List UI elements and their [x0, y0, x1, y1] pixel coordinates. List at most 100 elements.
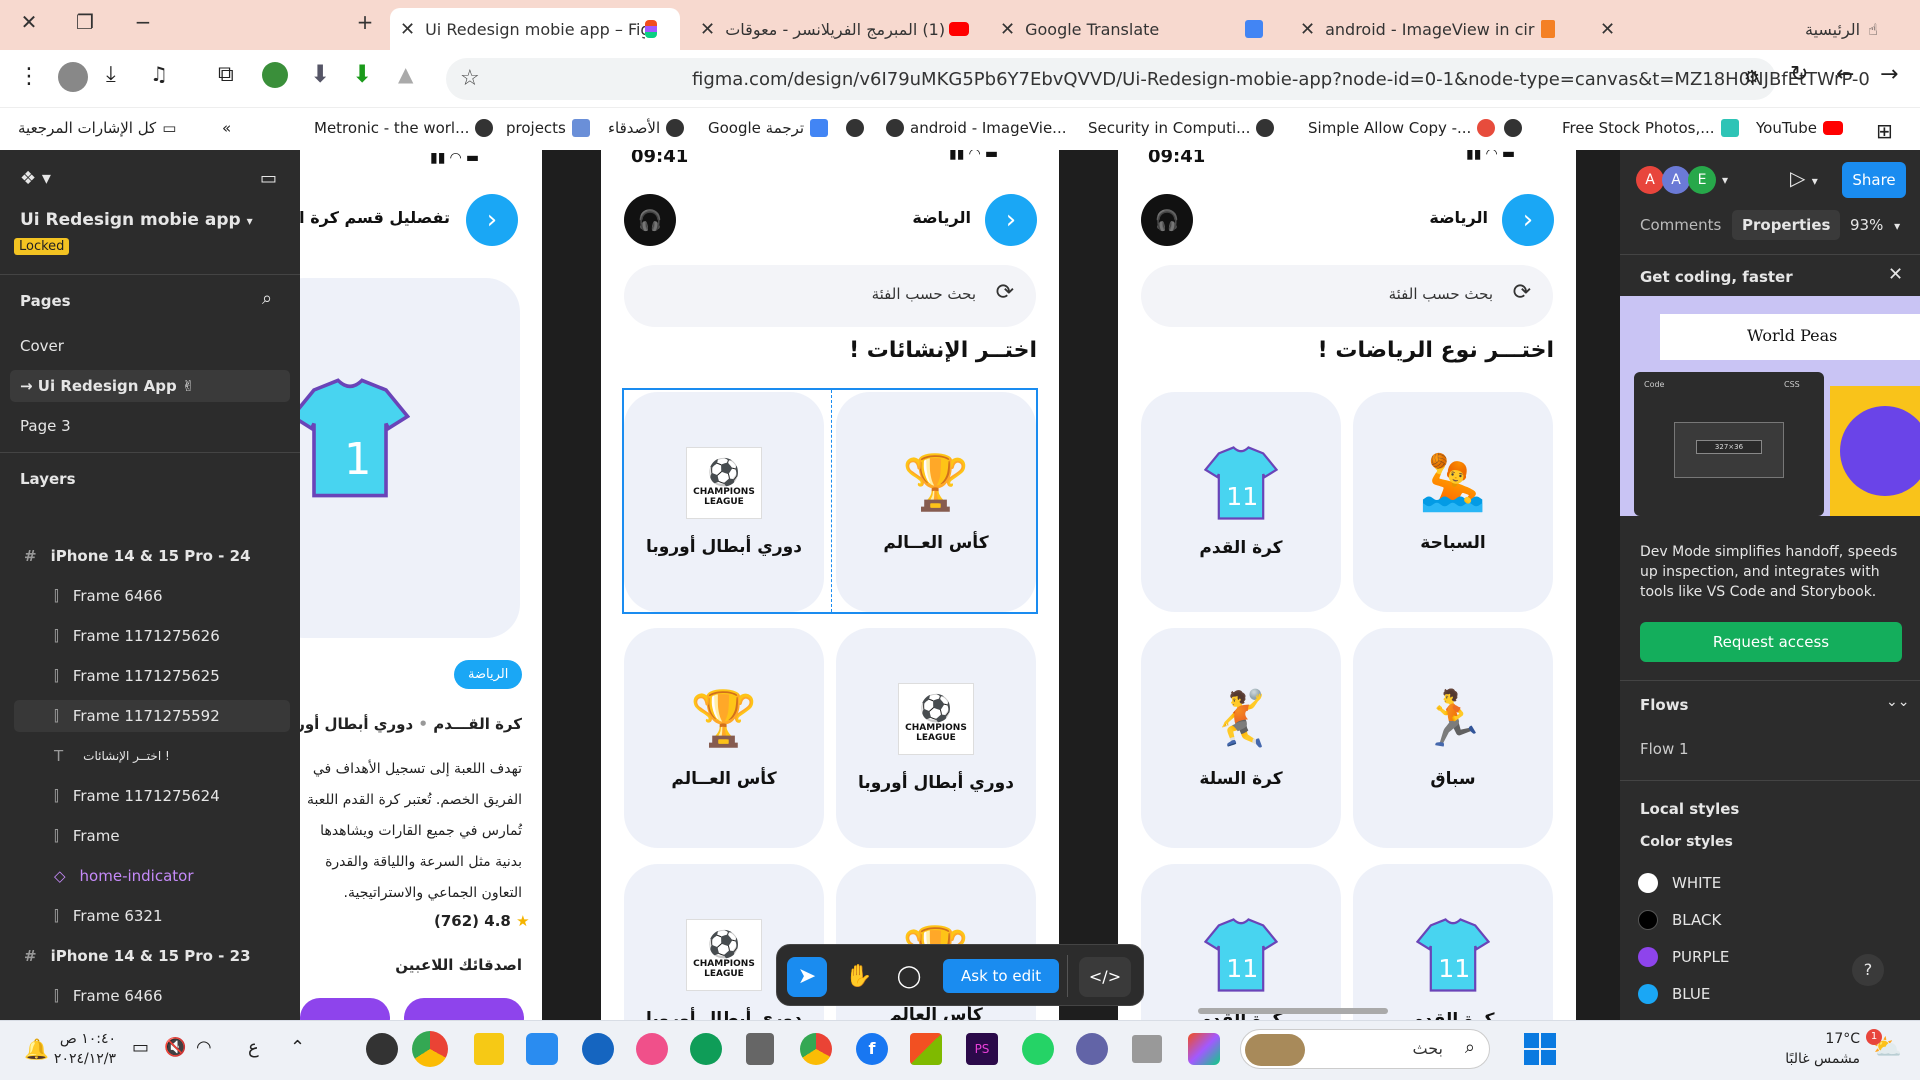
- bookmark-youtube[interactable]: YouTube: [1756, 119, 1843, 137]
- layer-row[interactable]: ⫿ Frame 1171275626: [0, 620, 300, 652]
- chevron-right-icon[interactable]: ›: [466, 194, 518, 246]
- tab-properties[interactable]: Properties: [1732, 210, 1841, 240]
- app-icon[interactable]: [1132, 1035, 1162, 1063]
- move-tool-icon[interactable]: ➤: [787, 957, 827, 997]
- card-football[interactable]: 11 كرة القدم: [1353, 864, 1553, 1020]
- taskbar-search[interactable]: بحث ⌕: [1240, 1029, 1490, 1069]
- card-champions-league[interactable]: ⚽ CHAMPIONS LEAGUE دوري أبطال أوروبا: [624, 392, 824, 612]
- hand-tool-icon[interactable]: ✋: [839, 957, 879, 997]
- bookmark-android[interactable]: android - ImageVie...: [886, 119, 1066, 137]
- obs-app-icon[interactable]: [366, 1033, 398, 1065]
- calculator-icon[interactable]: [746, 1033, 774, 1065]
- bookmark-globe[interactable]: [846, 119, 864, 137]
- help-button[interactable]: ?: [1852, 954, 1884, 986]
- bookmark-metronic[interactable]: Metronic - the worl...: [314, 119, 494, 137]
- download-icon[interactable]: ⤓: [106, 62, 116, 87]
- search-field[interactable]: بحث حسب الفئة ⟳: [624, 265, 1036, 327]
- tab-youtube-freelancer[interactable]: ✕ (1) المبرمج الفريلانسر - معوقات ا: [690, 8, 980, 50]
- flow-item[interactable]: Flow 1: [1640, 740, 1689, 758]
- headphones-icon[interactable]: 🎧: [1141, 194, 1193, 246]
- extension-green-arrow-icon[interactable]: ⬇: [352, 60, 372, 88]
- bookmark-friends[interactable]: الأصدقاء: [608, 119, 685, 137]
- close-tab-icon[interactable]: ✕: [1300, 19, 1315, 40]
- tab-google-translate[interactable]: ✕ Google Translate: [990, 8, 1280, 50]
- layer-row[interactable]: # iPhone 14 & 15 Pro - 24: [0, 540, 300, 572]
- layer-row[interactable]: # iPhone 14 & 15 Pro - 23: [0, 940, 300, 972]
- close-tab-icon[interactable]: ✕: [700, 19, 715, 40]
- bookmark-google-translate[interactable]: Google ترجمة: [708, 119, 829, 137]
- card-football[interactable]: 11 كرة القدم: [1141, 864, 1341, 1020]
- omnibox[interactable]: ☆ figma.com/design/v6I79uMKG5Pb6Y7EbvQVV…: [446, 58, 1870, 100]
- phone-frame-installations[interactable]: 09:41 ▮▮ ◠ ▬ 🎧 الرياضة › بحث حسب الفئة ⟳…: [601, 150, 1059, 1020]
- bookmark-free-stock[interactable]: Free Stock Photos,...: [1562, 119, 1739, 137]
- card-champions-league[interactable]: ⚽ CHAMPIONS LEAGUE دوري أبطال أوروبا: [836, 628, 1036, 848]
- facebook-icon[interactable]: f: [856, 1033, 888, 1065]
- friend-chip[interactable]: [404, 998, 524, 1020]
- page-item-page3[interactable]: Page 3: [0, 410, 300, 442]
- figma-pre-icon[interactable]: [1188, 1033, 1220, 1065]
- extension-globe-icon[interactable]: [262, 62, 288, 88]
- sport-badge[interactable]: الرياضة: [454, 660, 523, 689]
- close-window-icon[interactable]: ✕: [14, 10, 44, 34]
- card-swimming[interactable]: 🤽 السباحة: [1353, 392, 1553, 612]
- headphones-icon[interactable]: 🎧: [624, 194, 676, 246]
- color-style-white[interactable]: WHITE: [1638, 864, 1729, 901]
- layer-row[interactable]: ⫿ Frame 6466: [0, 980, 300, 1012]
- tab-comments[interactable]: Comments: [1640, 216, 1721, 234]
- chevron-up-icon[interactable]: ⌃: [290, 1037, 305, 1058]
- notification-bell-icon[interactable]: 🔔: [24, 1037, 49, 1061]
- file-name[interactable]: Ui Redesign mobie app ▾: [20, 210, 253, 230]
- figma-menu-icon[interactable]: ❖ ▾: [20, 168, 51, 189]
- phpstorm-icon[interactable]: PS: [966, 1033, 998, 1065]
- chevron-left-icon[interactable]: «: [222, 119, 231, 137]
- search-field[interactable]: بحث حسب الفئة ⟳: [1141, 265, 1553, 327]
- friend-chip[interactable]: [300, 998, 390, 1020]
- chevron-right-icon[interactable]: ›: [1502, 194, 1554, 246]
- card-race[interactable]: 🏃 سباق: [1353, 628, 1553, 848]
- clock[interactable]: ١٠:٤٠ ص ٢٠٢٤/١٢/٣: [52, 1029, 116, 1069]
- phone-frame-detail[interactable]: ▮▮ ◠ ▬ › تفصليل قسم كرة القدم 1 الرياضة …: [300, 150, 542, 1020]
- itunes-icon[interactable]: [636, 1033, 668, 1065]
- card-basketball[interactable]: 🤾 كرة السلة: [1141, 628, 1341, 848]
- chevron-right-icon[interactable]: ›: [985, 194, 1037, 246]
- extension-download-icon[interactable]: ⬇: [310, 60, 330, 88]
- card-world-cup[interactable]: 🏆 كأس العــالم: [836, 392, 1036, 612]
- wifi-icon[interactable]: ◠: [196, 1037, 212, 1058]
- close-tab-icon[interactable]: ✕: [1600, 19, 1615, 40]
- layer-row-selected[interactable]: ⫿ Frame 1171275592: [14, 700, 290, 732]
- horizontal-scrollbar[interactable]: [1198, 1008, 1388, 1014]
- apps-grid-icon[interactable]: ⊞: [1876, 119, 1893, 143]
- edge-icon[interactable]: [690, 1033, 722, 1065]
- layer-row[interactable]: ⫿ Frame 1171275624: [0, 780, 300, 812]
- chrome-profile-icon[interactable]: [412, 1031, 448, 1067]
- layer-row[interactable]: T اختــر الإنشائات !: [0, 740, 300, 772]
- new-tab-icon[interactable]: +: [350, 10, 380, 34]
- url-text[interactable]: figma.com/design/v6I79uMKG5Pb6Y7EbvQVVD/…: [692, 69, 1870, 90]
- back-icon[interactable]: ←: [1836, 62, 1854, 87]
- card-football[interactable]: 11 كرة القدم: [1141, 392, 1341, 612]
- bookmark-projects[interactable]: projects: [506, 119, 590, 137]
- bookmark-all[interactable]: كل الإشارات المرجعية ▭: [18, 119, 176, 137]
- tab-figma[interactable]: ✕ Ui Redesign mobie app – Figma: [390, 8, 680, 50]
- color-style-black[interactable]: BLACK: [1638, 901, 1729, 938]
- chrome-icon[interactable]: [800, 1033, 832, 1065]
- store-icon[interactable]: [910, 1033, 942, 1065]
- bookmark-star-icon[interactable]: ☆: [460, 66, 480, 91]
- color-style-purple[interactable]: PURPLE: [1638, 938, 1729, 975]
- present-play-icon[interactable]: ▷ ▾: [1790, 166, 1818, 190]
- close-tab-icon[interactable]: ✕: [400, 19, 415, 40]
- chevron-down-icon[interactable]: ▾: [1722, 166, 1728, 194]
- tab-android-imageview[interactable]: ✕ android - ImageView in circular: [1290, 8, 1580, 50]
- toggle-sidebar-icon[interactable]: ▭: [260, 168, 277, 189]
- bookmark-security[interactable]: Security in Computi...: [1088, 119, 1275, 137]
- avatar[interactable]: E: [1688, 166, 1716, 194]
- collaborator-avatars[interactable]: A A E ▾: [1636, 166, 1728, 194]
- layer-row[interactable]: ⫿ Frame: [0, 820, 300, 852]
- avatar[interactable]: A: [1662, 166, 1690, 194]
- zoom-level[interactable]: 93% ▾: [1850, 216, 1900, 234]
- close-icon[interactable]: ✕: [1888, 264, 1903, 285]
- weather-widget[interactable]: 17°C مشمس غالبًا: [1760, 1029, 1860, 1069]
- color-style-blue[interactable]: BLUE: [1638, 975, 1729, 1012]
- minimize-window-icon[interactable]: −: [128, 10, 158, 34]
- layer-row[interactable]: ◇ home-indicator: [0, 860, 300, 892]
